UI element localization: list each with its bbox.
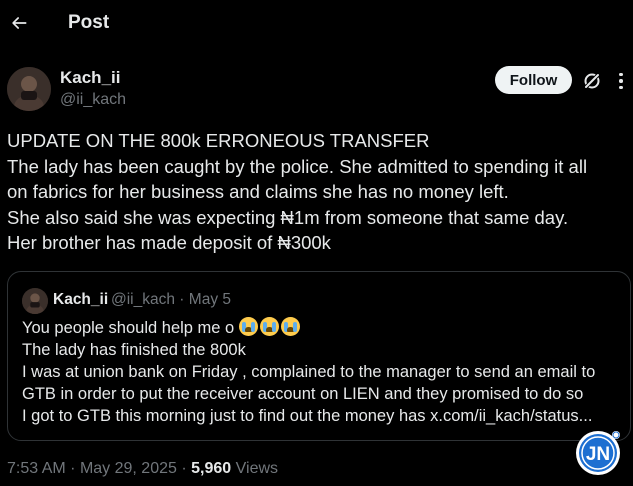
crying-emoji-icon (259, 317, 279, 336)
grok-icon[interactable] (581, 70, 603, 92)
grok-glyph (583, 72, 601, 90)
author-handle[interactable]: @ii_kach (60, 91, 126, 109)
crying-emoji-icon (238, 317, 258, 336)
quoted-line: GTB in order to put the receiver account… (22, 385, 584, 403)
avatar-image (22, 288, 48, 314)
author-name[interactable]: Kach_ii (60, 68, 120, 88)
watermark-glyph: JN (576, 431, 620, 475)
post-line: Her brother has made deposit of ₦300k (7, 232, 331, 253)
quoted-author-avatar (22, 288, 48, 314)
post-line: She also said she was expecting ₦1m from… (7, 206, 569, 228)
quoted-body: You people should help me o The lady has… (22, 317, 622, 427)
quoted-author-name: Kach_ii (53, 291, 109, 308)
post-time[interactable]: 7:53 AM (7, 460, 66, 477)
author-avatar[interactable] (7, 67, 51, 111)
quoted-post-card[interactable]: Kach_ii @ii_kach · May 5 You people shou… (7, 271, 631, 441)
back-button[interactable] (6, 10, 32, 36)
views-count: 5,960 (191, 460, 232, 477)
arrow-left-icon (12, 17, 27, 29)
post-line: The lady has been caught by the police. … (7, 155, 588, 177)
meta-separator: · (181, 460, 187, 477)
page-title: Post (68, 12, 110, 33)
post-meta: 7:53 AM · May 29, 2025 · 5,960 Views (7, 460, 278, 478)
quoted-line: I got to GTB this morning just to find o… (22, 407, 593, 425)
jn-watermark-logo: JN (574, 428, 624, 478)
quoted-meta: @ii_kach · May 5 (111, 291, 231, 309)
post-page: Post Kach_ii @ii_kach Follow UPDATE ON T… (0, 0, 633, 486)
meta-separator: · (70, 460, 76, 477)
crying-emoji-icon (280, 317, 300, 336)
follow-button[interactable]: Follow (495, 66, 572, 94)
post-line: UPDATE ON THE 800k ERRONEOUS TRANSFER (7, 130, 430, 151)
quoted-line: You people should help me o (22, 317, 622, 339)
quoted-line: The lady has finished the 800k (22, 341, 246, 359)
watermark-text: JN (586, 444, 610, 465)
avatar-image (7, 67, 51, 111)
quoted-date: May 5 (188, 291, 231, 308)
post-line: on fabrics for her business and claims s… (7, 181, 509, 202)
meta-separator: · (179, 291, 185, 308)
quoted-line: I was at union bank on Friday , complain… (22, 363, 596, 381)
post-body: UPDATE ON THE 800k ERRONEOUS TRANSFER Th… (7, 128, 627, 256)
top-bar: Post (0, 0, 633, 48)
more-horizontal-icon[interactable] (612, 70, 630, 92)
quoted-author-handle: @ii_kach (111, 291, 175, 308)
views-label: Views (235, 460, 279, 477)
post-date[interactable]: May 29, 2025 (80, 460, 177, 477)
